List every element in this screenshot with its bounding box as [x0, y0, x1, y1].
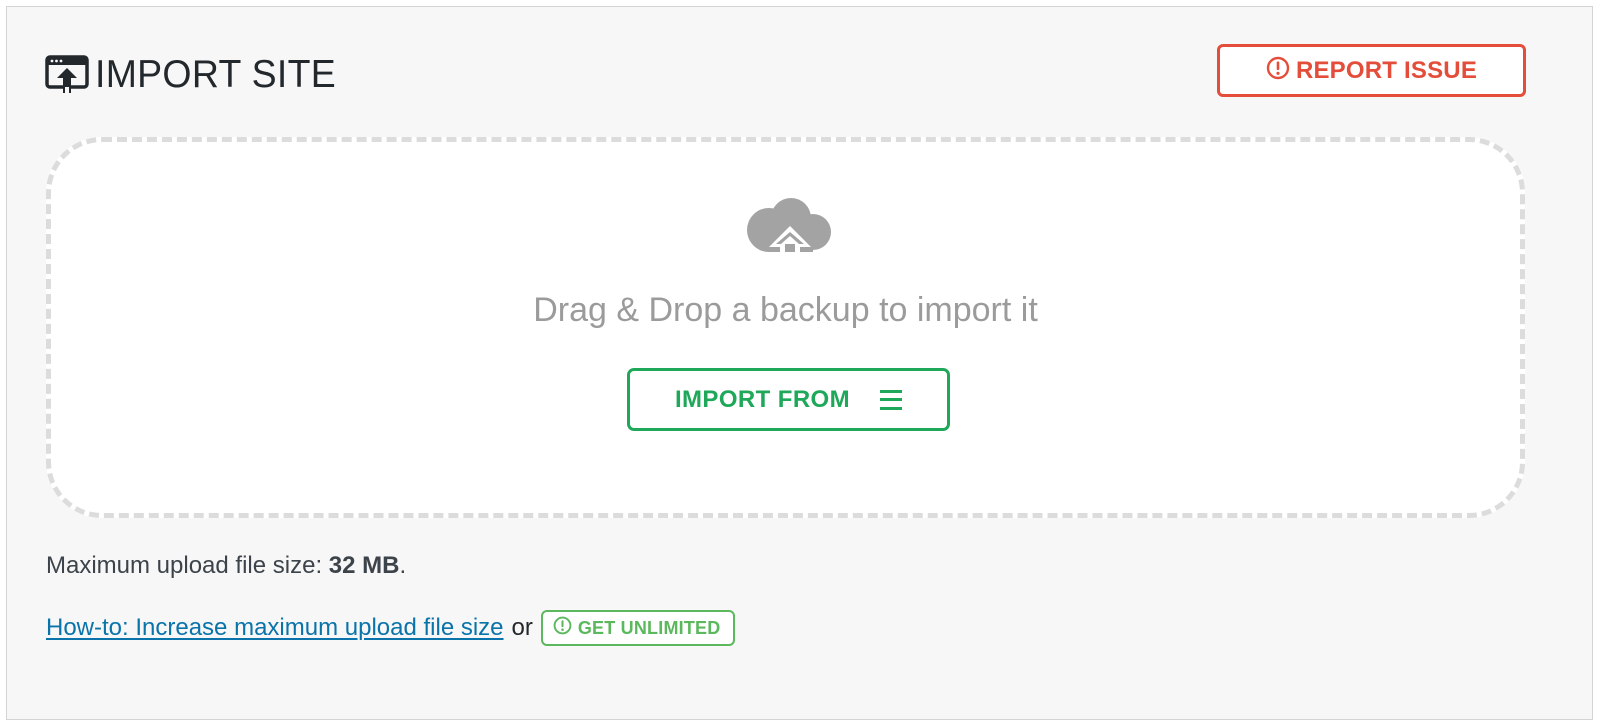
panel-header: IMPORT SITE: [45, 47, 346, 103]
dropzone-prompt: Drag & Drop a backup to import it: [533, 291, 1038, 329]
menu-icon: [880, 389, 903, 410]
report-issue-button[interactable]: REPORT ISSUE: [1217, 44, 1526, 97]
get-unlimited-label: GET UNLIMITED: [577, 617, 721, 638]
or-text: or: [511, 614, 533, 641]
max-upload-info: Maximum upload file size: 32 MB.: [46, 552, 406, 580]
import-from-label: IMPORT FROM: [674, 385, 851, 413]
max-upload-prefix: Maximum upload file size:: [46, 552, 329, 579]
import-window-icon: [45, 54, 89, 96]
howto-row: How-to: Increase maximum upload file siz…: [46, 610, 736, 646]
exclamation-circle-icon: [1266, 56, 1290, 85]
exclamation-circle-icon: [553, 614, 572, 642]
import-site-panel: IMPORT SITE REPORT ISSUE Drag & Drop a b…: [6, 6, 1593, 720]
page-title: IMPORT SITE: [95, 53, 337, 96]
get-unlimited-button[interactable]: GET UNLIMITED: [540, 610, 736, 646]
report-issue-label: REPORT ISSUE: [1295, 56, 1478, 84]
import-from-button[interactable]: IMPORT FROM: [627, 368, 950, 431]
max-upload-suffix: .: [399, 552, 407, 579]
max-upload-value: 32 MB: [328, 552, 400, 579]
backup-dropzone[interactable]: Drag & Drop a backup to import it IMPORT…: [46, 137, 1525, 518]
cloud-upload-icon: [745, 196, 837, 272]
increase-upload-size-link[interactable]: How-to: Increase maximum upload file siz…: [46, 614, 504, 642]
